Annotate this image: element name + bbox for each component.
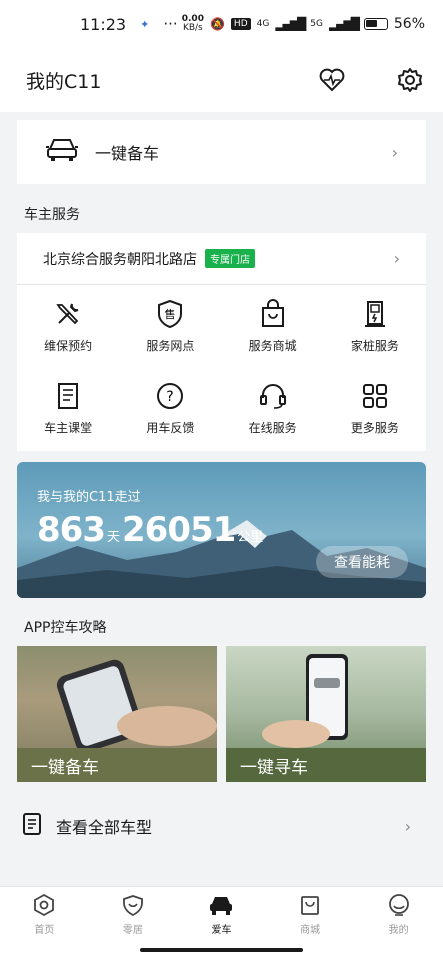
grid-icon (362, 384, 387, 408)
car-front-icon (45, 137, 79, 167)
heart-shield-icon (122, 895, 143, 917)
service-mall[interactable]: 服务商城 (222, 299, 324, 381)
page-title: 我的C11 (26, 70, 102, 93)
status-bar: 11:23 ✦ ··· 0.00 KB/s 🔕 HD 4G ▂▄▆█ 5G ▂▄… (0, 0, 443, 48)
exclusive-store-row[interactable]: 北京综合服务朝阳北路店 专属门店 › (17, 233, 426, 285)
owner-service-card: 北京综合服务朝阳北路店 专属门店 › 维保预约 售 服务网点 服务商城 家桩服务… (17, 233, 426, 451)
tab-label: 首页 (34, 925, 55, 936)
km-value: 26051 (122, 510, 236, 550)
service-label: 服务商城 (248, 339, 297, 353)
hd-badge: HD (230, 18, 251, 30)
service-label: 家桩服务 (350, 339, 399, 353)
battery-percent: 56% (393, 16, 425, 32)
health-heart-icon[interactable] (319, 68, 345, 92)
mileage-banner[interactable]: 我与我的C11走过 863 天 26051 公里 查看能耗 (17, 462, 426, 598)
tab-profile[interactable]: 我的 (369, 893, 429, 960)
document-icon (22, 812, 42, 840)
view-energy-button[interactable]: 查看能耗 (316, 546, 408, 578)
mileage-subtitle: 我与我的C11走过 (37, 490, 141, 505)
profile-icon (388, 894, 409, 916)
tab-label: 我的 (388, 925, 409, 936)
book-icon (58, 383, 79, 409)
page-header: 我的C11 (0, 48, 443, 112)
status-time: 11:23 (80, 14, 127, 34)
chevron-right-icon: › (391, 142, 398, 162)
notification-icon: ✦ (140, 17, 150, 31)
guide-label: 一键备车 (17, 748, 217, 782)
tab-label: 爱车 (211, 925, 232, 936)
quick-backup-card[interactable]: 一键备车 › (17, 120, 426, 184)
service-maintenance[interactable]: 维保预约 (17, 299, 119, 381)
more-notifications-icon: ··· (163, 15, 178, 33)
signal-4g: 4G (256, 19, 270, 29)
guide-card-find-car[interactable]: 一键寻车 (226, 646, 426, 782)
service-label: 用车反馈 (146, 421, 195, 435)
mute-icon: 🔕 (209, 17, 225, 31)
service-label: 维保预约 (44, 339, 93, 353)
signal-bars-icon-2: ▂▄▆█ (328, 17, 360, 31)
svg-text:?: ? (167, 389, 174, 405)
chevron-right-icon: › (404, 816, 411, 836)
signal-5g: 5G (310, 19, 323, 29)
service-label: 在线服务 (248, 421, 297, 435)
service-outlets[interactable]: 售 服务网点 (119, 299, 221, 381)
net-speed: 0.00 KB/s (182, 15, 204, 33)
headset-icon (259, 384, 286, 409)
signal-bars-icon: ▂▄▆█ (275, 17, 306, 31)
quick-backup-label: 一键备车 (95, 144, 160, 163)
service-feedback[interactable]: ? 用车反馈 (119, 381, 221, 463)
phone-hand-illustration (262, 654, 348, 748)
all-models-row[interactable]: 查看全部车型 › (0, 800, 443, 852)
store-name: 北京综合服务朝阳北路店 (43, 251, 197, 268)
days-unit: 天 (106, 530, 120, 545)
guide-card-backup[interactable]: 一键备车 (17, 646, 217, 782)
home-hex-icon (34, 893, 55, 917)
wrench-icon (56, 303, 79, 325)
service-label: 车主课堂 (44, 421, 93, 435)
owner-service-title: 车主服务 (24, 207, 80, 223)
mileage-stats: 863 天 26051 公里 (37, 510, 265, 550)
battery-icon (363, 18, 388, 30)
tab-label: 零居 (122, 925, 143, 936)
service-online[interactable]: 在线服务 (222, 381, 324, 463)
bag-icon (301, 896, 319, 915)
home-indicator[interactable] (140, 948, 303, 952)
service-more[interactable]: 更多服务 (324, 381, 426, 463)
days-value: 863 (37, 510, 106, 550)
svg-text:售: 售 (165, 307, 176, 321)
tab-home[interactable]: 首页 (14, 893, 74, 960)
tab-label: 商城 (300, 925, 321, 936)
app-guide-title: APP控车攻略 (24, 620, 107, 636)
shopping-bag-icon (261, 299, 284, 327)
chevron-right-icon: › (393, 249, 400, 268)
km-unit: 公里 (237, 530, 264, 545)
service-label: 更多服务 (350, 421, 399, 435)
service-label: 服务网点 (146, 339, 195, 353)
guide-label: 一键寻车 (226, 748, 426, 782)
car-icon (210, 897, 233, 915)
charger-icon (364, 301, 385, 327)
net-speed-unit: KB/s (182, 23, 203, 33)
help-icon: ? (157, 383, 184, 409)
settings-gear-icon[interactable] (397, 67, 423, 93)
service-grid: 维保预约 售 服务网点 服务商城 家桩服务 车主课堂 ? 用车反馈 在线服务 更… (17, 285, 426, 463)
service-owner-class[interactable]: 车主课堂 (17, 381, 119, 463)
service-home-charger[interactable]: 家桩服务 (324, 299, 426, 381)
shield-service-icon: 售 (158, 299, 183, 329)
phone-hand-illustration (56, 659, 217, 753)
store-tag: 专属门店 (205, 249, 255, 268)
all-models-label: 查看全部车型 (56, 818, 153, 837)
